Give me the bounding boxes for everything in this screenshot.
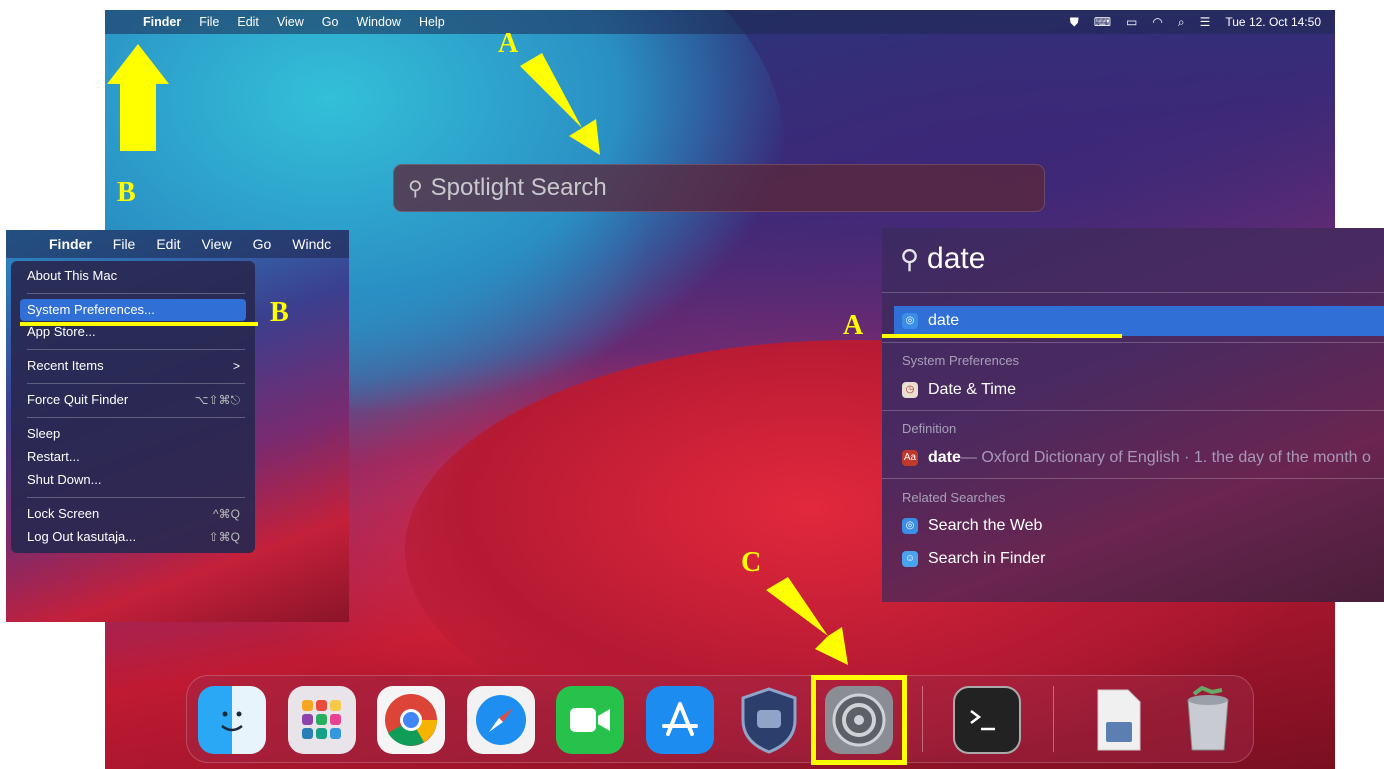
highlight-underline-b [20, 322, 258, 326]
annotation-arrows [107, 44, 848, 665]
annotation-label-b: B [270, 297, 289, 328]
annotation-label-a: A [498, 28, 519, 59]
annotation-label-c: C [741, 547, 762, 578]
arrow-c [766, 577, 848, 665]
arrow-b [107, 44, 169, 151]
annotation-label-b: B [117, 177, 136, 208]
highlight-underline-a [882, 334, 1122, 338]
arrow-a [520, 53, 600, 155]
annotation-label-a: A [843, 310, 864, 341]
